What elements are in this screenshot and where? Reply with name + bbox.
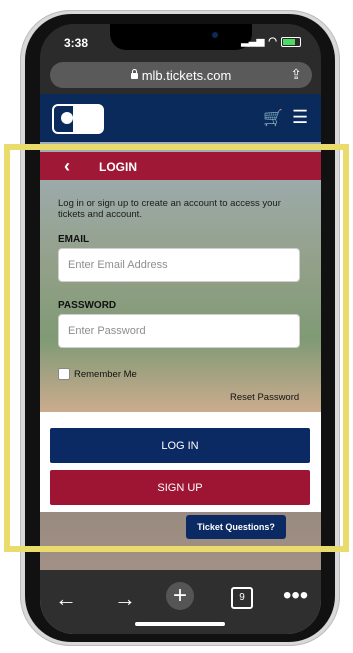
- phone-screen: 3:38 ▂▃▅ ◠ mlb.tickets.com ⇪ 🛒 ☰ ‹ LOGIN…: [40, 24, 321, 634]
- tab-count-icon[interactable]: 9: [231, 587, 253, 609]
- ticket-questions-button[interactable]: Ticket Questions?: [186, 515, 286, 539]
- signup-button[interactable]: SIGN UP: [50, 470, 310, 505]
- email-field[interactable]: [58, 248, 300, 282]
- signal-icon: ▂▃▅: [241, 36, 265, 47]
- menu-icon[interactable]: ☰: [292, 107, 308, 128]
- cart-icon[interactable]: 🛒: [263, 108, 283, 128]
- remember-label: Remember Me: [74, 368, 137, 380]
- arrow-left-icon[interactable]: ←: [55, 586, 77, 612]
- email-label: EMAIL: [58, 234, 90, 245]
- home-indicator: [135, 622, 225, 626]
- notch: [110, 24, 252, 50]
- reset-password-link[interactable]: Reset Password: [230, 392, 299, 403]
- status-bar: 3:38 ▂▃▅ ◠: [40, 24, 321, 60]
- password-field[interactable]: [58, 314, 300, 348]
- plus-icon[interactable]: +: [166, 582, 194, 610]
- login-button[interactable]: LOG IN: [50, 428, 310, 463]
- url-text: mlb.tickets.com: [141, 67, 232, 83]
- lock-icon: [130, 69, 138, 79]
- share-icon[interactable]: ⇪: [290, 66, 302, 83]
- arrow-right-icon[interactable]: →: [114, 586, 136, 612]
- login-intro: Log in or sign up to create an account t…: [58, 198, 281, 220]
- status-icons: ▂▃▅ ◠: [241, 36, 301, 47]
- password-label: PASSWORD: [58, 300, 117, 311]
- url-bar[interactable]: mlb.tickets.com ⇪: [50, 62, 312, 88]
- remember-checkbox[interactable]: [58, 368, 70, 380]
- back-icon[interactable]: ‹: [64, 156, 70, 177]
- site-header: 🛒 ☰: [40, 94, 321, 142]
- battery-icon: [281, 36, 301, 47]
- status-time: 3:38: [64, 36, 89, 50]
- login-header: ‹ LOGIN: [40, 152, 321, 180]
- wifi-icon: ◠: [268, 36, 277, 47]
- login-title: LOGIN: [99, 160, 137, 174]
- camera-icon: [212, 32, 218, 38]
- mlb-logo-icon[interactable]: [52, 104, 104, 134]
- remember-me[interactable]: Remember Me: [58, 368, 137, 380]
- more-icon[interactable]: •••: [283, 582, 308, 610]
